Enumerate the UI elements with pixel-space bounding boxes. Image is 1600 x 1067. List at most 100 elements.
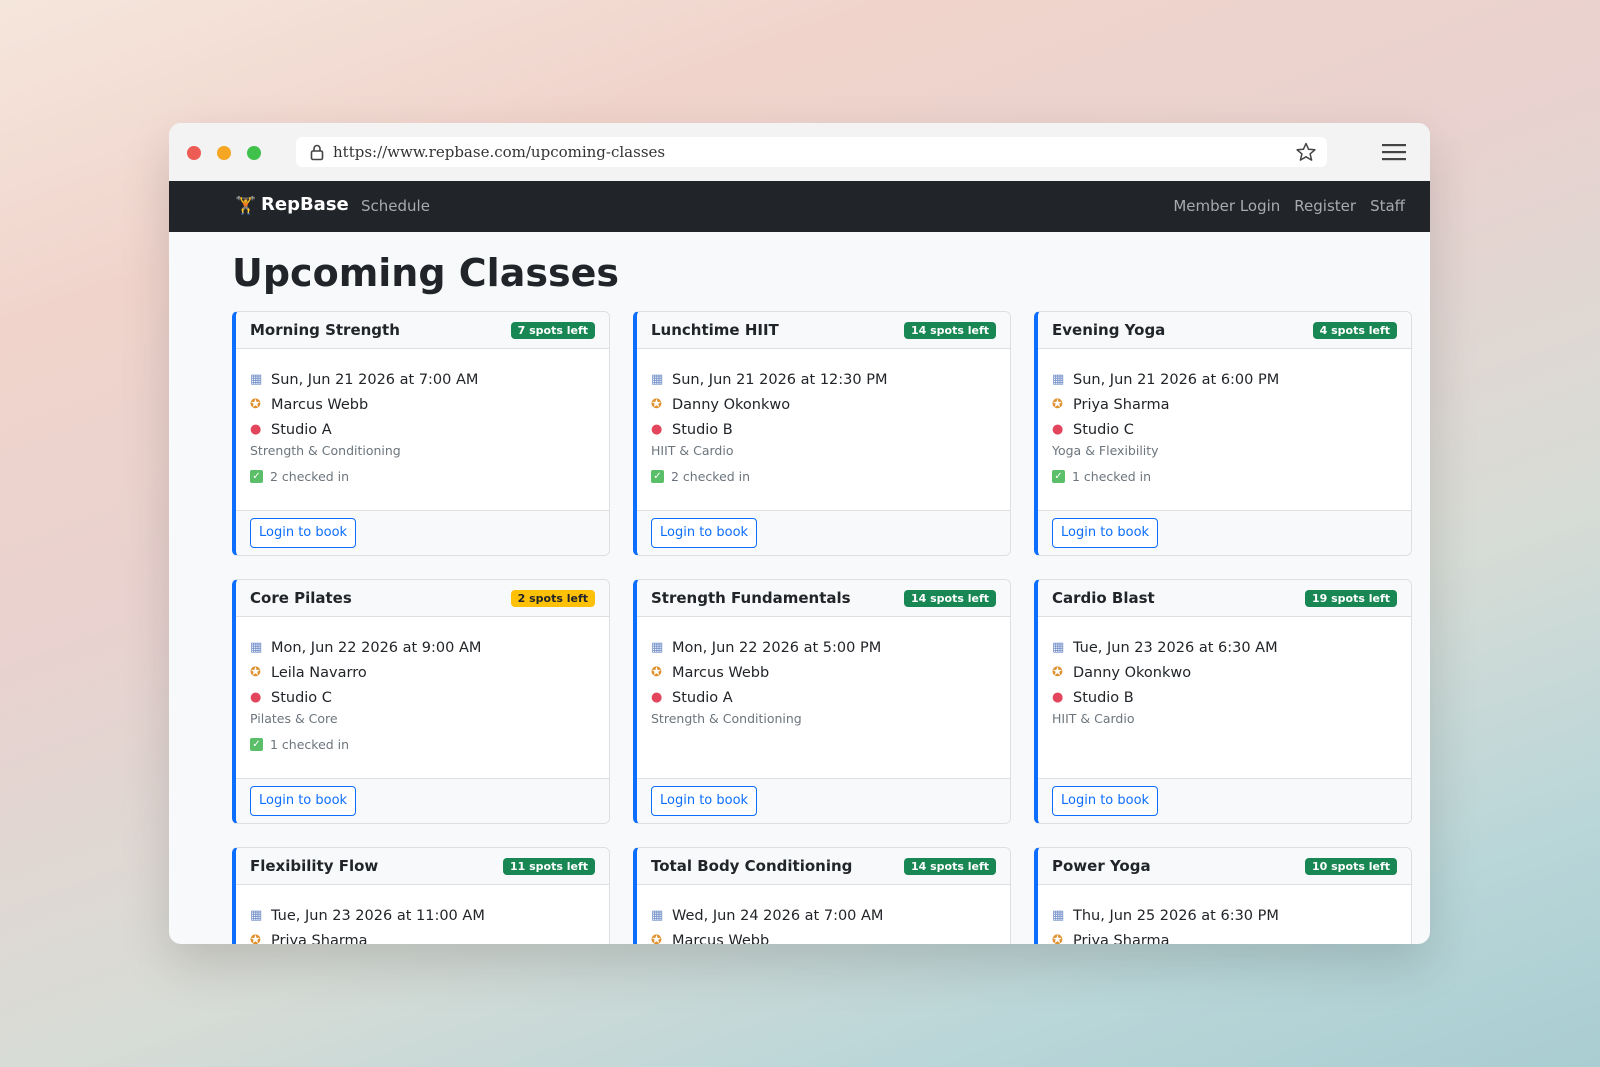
card-footer: Login to book (236, 778, 609, 823)
medal-icon: ✪ (1052, 665, 1063, 680)
instructor-text: Marcus Webb (672, 932, 770, 945)
class-datetime: ▦ Mon, Jun 22 2026 at 5:00 PM (651, 635, 996, 660)
card-header: Power Yoga 10 spots left (1038, 848, 1411, 885)
brand-logo[interactable]: RepBase (261, 194, 349, 215)
minimize-window-button[interactable] (217, 146, 231, 160)
instructor-text: Priya Sharma (271, 932, 368, 945)
card-header: Morning Strength 7 spots left (236, 312, 609, 349)
login-to-book-button[interactable]: Login to book (1052, 518, 1159, 548)
checkmark-icon: ✓ (250, 469, 263, 483)
datetime-text: Sun, Jun 21 2026 at 6:00 PM (1073, 371, 1280, 388)
login-to-book-button[interactable]: Login to book (651, 786, 758, 816)
nav-link-member-login[interactable]: Member Login (1173, 197, 1280, 215)
card-header: Flexibility Flow 11 spots left (236, 848, 609, 885)
calendar-icon: ▦ (250, 908, 263, 923)
class-instructor: ✪ Marcus Webb (651, 660, 996, 685)
card-body: ▦ Thu, Jun 25 2026 at 6:30 PM ✪ Priya Sharm… (1038, 885, 1411, 945)
class-category: HIIT & Cardio (1052, 711, 1135, 726)
studio-text: Studio A (672, 689, 733, 706)
class-card: Strength Fundamentals 14 spots left ▦ Mon, … (633, 579, 1011, 824)
bookmark-star-icon[interactable] (1295, 142, 1317, 162)
class-datetime: ▦ Sun, Jun 21 2026 at 7:00 AM (250, 367, 595, 392)
dumbbell-icon: 🏋 (235, 196, 257, 216)
nav-link-staff[interactable]: Staff (1370, 197, 1405, 215)
card-header: Lunchtime HIIT 14 spots left (637, 312, 1010, 349)
class-studio: ● Studio B (651, 417, 996, 442)
browser-chrome: https://www.repbase.com/upcoming-classes (169, 123, 1430, 181)
address-bar[interactable]: https://www.repbase.com/upcoming-classes (296, 137, 1327, 167)
login-to-book-button[interactable]: Login to book (651, 518, 758, 548)
calendar-icon: ▦ (250, 372, 263, 387)
medal-icon: ✪ (250, 933, 261, 944)
card-footer: Login to book (637, 510, 1010, 555)
browser-window: https://www.repbase.com/upcoming-classes… (169, 123, 1430, 944)
calendar-icon: ▦ (1052, 908, 1065, 923)
studio-text: Studio B (1073, 689, 1134, 706)
nav-right-links: Member Login Register Staff (1173, 197, 1405, 215)
datetime-text: Tue, Jun 23 2026 at 11:00 AM (271, 907, 485, 924)
checkmark-icon: ✓ (1052, 469, 1065, 483)
location-pin-icon: ● (250, 690, 262, 705)
nav-link-schedule[interactable]: Schedule (361, 197, 430, 215)
medal-icon: ✪ (1052, 933, 1063, 944)
location-pin-icon: ● (651, 690, 663, 705)
card-footer: Login to book (1038, 510, 1411, 555)
login-to-book-button[interactable]: Login to book (1052, 786, 1159, 816)
medal-icon: ✪ (651, 665, 662, 680)
medal-icon: ✪ (1052, 397, 1063, 412)
instructor-text: Priya Sharma (1073, 396, 1170, 413)
datetime-text: Sun, Jun 21 2026 at 7:00 AM (271, 371, 479, 388)
datetime-text: Tue, Jun 23 2026 at 6:30 AM (1073, 639, 1278, 656)
close-window-button[interactable] (187, 146, 201, 160)
card-header: Strength Fundamentals 14 spots left (637, 580, 1010, 617)
medal-icon: ✪ (651, 397, 662, 412)
class-studio: ● Studio A (651, 685, 996, 710)
site-navbar: 🏋 RepBase Schedule Member Login Register… (169, 181, 1430, 232)
calendar-icon: ▦ (1052, 372, 1065, 387)
instructor-text: Marcus Webb (271, 396, 369, 413)
class-name: Total Body Conditioning (651, 857, 853, 875)
checkmark-icon: ✓ (250, 737, 263, 751)
spots-left-badge: 19 spots left (1304, 590, 1397, 607)
card-footer: Login to book (236, 510, 609, 555)
url-text: https://www.repbase.com/upcoming-classes (333, 143, 666, 161)
card-body: ▦ Sun, Jun 21 2026 at 6:00 PM ✪ Priya Sharm… (1038, 349, 1411, 487)
class-name: Cardio Blast (1052, 589, 1155, 607)
class-instructor: ✪ Leila Navarro (250, 660, 595, 685)
studio-text: Studio A (271, 421, 332, 438)
class-card: Cardio Blast 19 spots left ▦ Tue, Jun 23 20… (1034, 579, 1412, 824)
datetime-text: Mon, Jun 22 2026 at 5:00 PM (672, 639, 882, 656)
checked-in-text: 1 checked in (270, 736, 350, 752)
class-category: Strength & Conditioning (651, 711, 802, 726)
spots-left-badge: 14 spots left (903, 322, 996, 339)
datetime-text: Sun, Jun 21 2026 at 12:30 PM (672, 371, 888, 388)
location-pin-icon: ● (250, 422, 262, 437)
datetime-text: Mon, Jun 22 2026 at 9:00 AM (271, 639, 482, 656)
card-header: Total Body Conditioning 14 spots left (637, 848, 1010, 885)
card-body: ▦ Sun, Jun 21 2026 at 12:30 PM ✪ Danny Okon… (637, 349, 1010, 487)
nav-link-register[interactable]: Register (1294, 197, 1356, 215)
card-body: ▦ Wed, Jun 24 2026 at 7:00 AM ✪ Marcus Webb (637, 885, 1010, 945)
class-card: Core Pilates 2 spots left ▦ Mon, Jun 22 202… (232, 579, 610, 824)
class-grid: Morning Strength 7 spots left ▦ Sun, Jun 21… (232, 311, 1412, 944)
class-instructor: ✪ Danny Okonkwo (1052, 660, 1397, 685)
datetime-text: Wed, Jun 24 2026 at 7:00 AM (672, 907, 884, 924)
maximize-window-button[interactable] (247, 146, 261, 160)
login-to-book-button[interactable]: Login to book (250, 518, 357, 548)
class-studio: ● Studio A (250, 417, 595, 442)
class-name: Evening Yoga (1052, 321, 1166, 339)
class-card: Power Yoga 10 spots left ▦ Thu, Jun 25 2026… (1034, 847, 1412, 944)
calendar-icon: ▦ (651, 640, 664, 655)
checked-in-count: ✓ 1 checked in (1052, 465, 1397, 487)
spots-left-badge: 10 spots left (1304, 858, 1397, 875)
class-instructor: ✪ Marcus Webb (651, 928, 996, 945)
instructor-text: Danny Okonkwo (1073, 664, 1192, 681)
hamburger-menu-icon[interactable] (1382, 143, 1406, 161)
login-to-book-button[interactable]: Login to book (250, 786, 357, 816)
checked-in-text: 1 checked in (1072, 468, 1152, 484)
medal-icon: ✪ (651, 933, 662, 944)
class-card: Total Body Conditioning 14 spots left ▦ Wed… (633, 847, 1011, 944)
instructor-text: Danny Okonkwo (672, 396, 791, 413)
class-instructor: ✪ Marcus Webb (250, 392, 595, 417)
card-body: ▦ Mon, Jun 22 2026 at 9:00 AM ✪ Leila Navar… (236, 617, 609, 755)
